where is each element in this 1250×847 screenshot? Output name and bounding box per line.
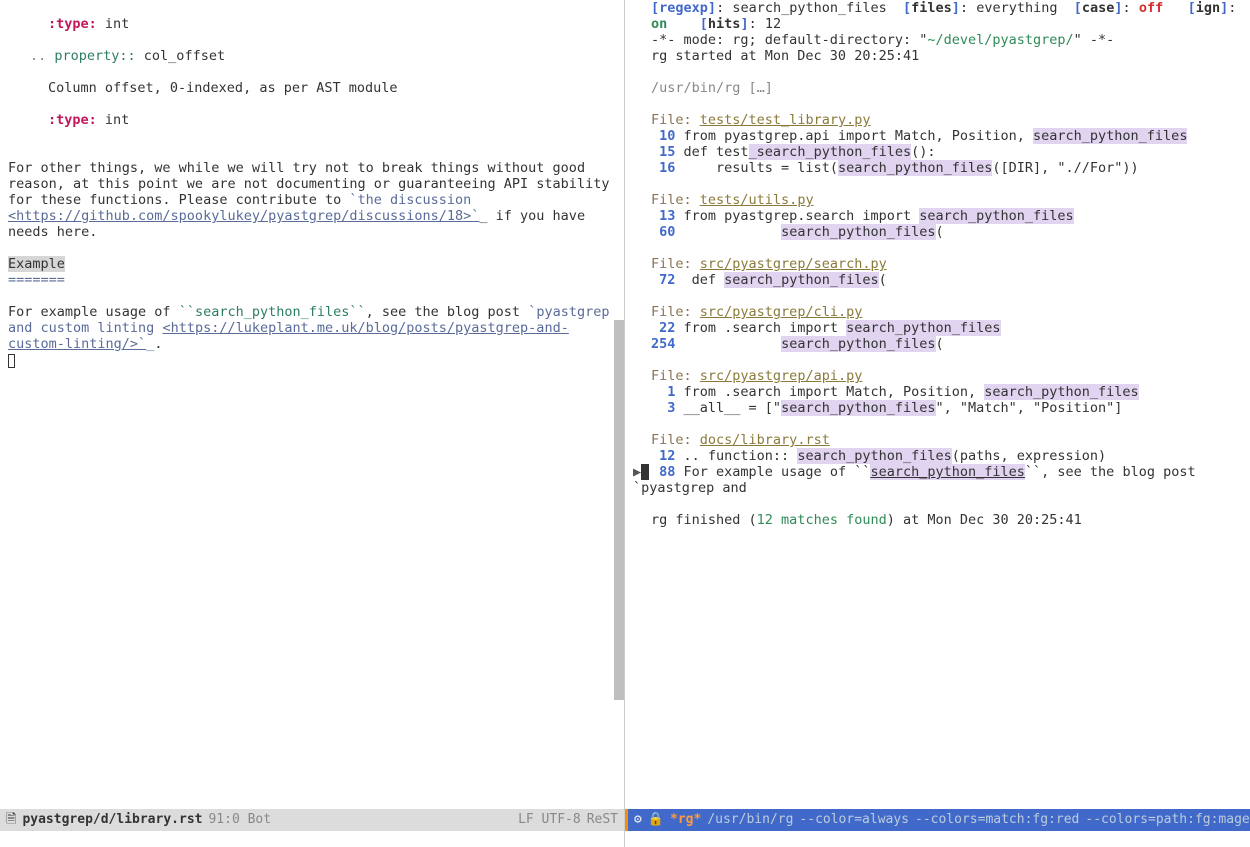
minibuffer[interactable] bbox=[0, 831, 624, 847]
rst-paragraph-2c: . bbox=[154, 336, 162, 352]
rg-hit[interactable]: 3 __all__ = ["search_python_files", "Mat… bbox=[633, 400, 1242, 416]
right-rg-pane: [regexp]: search_python_files [files]: e… bbox=[625, 0, 1250, 847]
rg-finished: rg finished (12 matches found) at Mon De… bbox=[633, 512, 1242, 528]
rg-cmd-path: /usr/bin/rg bbox=[707, 809, 793, 831]
rg-hit[interactable]: 10 from pyastgrep.api import Match, Posi… bbox=[633, 128, 1242, 144]
rg-arg-1: --color=always bbox=[799, 809, 909, 831]
rst-paragraph-2a: For example usage of bbox=[8, 304, 179, 320]
rg-file-header[interactable]: File: src/pyastgrep/cli.py bbox=[633, 304, 1242, 320]
encoding: LF UTF-8 bbox=[518, 809, 581, 831]
rg-file-header[interactable]: File: tests/utils.py bbox=[633, 192, 1242, 208]
rg-file-header[interactable]: File: src/pyastgrep/api.py bbox=[633, 368, 1242, 384]
left-editor-content[interactable]: :type: int .. property:: col_offset Colu… bbox=[0, 0, 624, 809]
cursor-position: 91:0 Bot bbox=[208, 809, 271, 831]
cursor bbox=[8, 354, 15, 368]
rg-hit[interactable]: 15 def test_search_python_files(): bbox=[633, 144, 1242, 160]
rg-hit[interactable]: 12 .. function:: search_python_files(pat… bbox=[633, 448, 1242, 464]
left-modeline[interactable]: 🗎 pyastgrep/d/library.rst 91:0 Bot LF UT… bbox=[0, 809, 624, 831]
rst-dots: .. bbox=[30, 48, 46, 64]
lock-icon: 🔒 bbox=[648, 809, 664, 831]
rg-arg-3: --colors=path:fg:magenta bbox=[1085, 809, 1250, 831]
rg-command-path: /usr/bin/rg […] bbox=[633, 80, 1242, 96]
rg-hit[interactable]: 72 def search_python_files( bbox=[633, 272, 1242, 288]
rst-type-directive: :type: bbox=[48, 16, 97, 32]
minibuffer-right[interactable] bbox=[625, 831, 1250, 847]
rst-link-discussion-a[interactable]: `the discussion bbox=[349, 192, 479, 208]
rst-paragraph-2b: , see the blog post bbox=[366, 304, 529, 320]
left-editor-pane: :type: int .. property:: col_offset Colu… bbox=[0, 0, 625, 847]
rg-arg-2: --colors=match:fg:red bbox=[915, 809, 1079, 831]
file-icon: 🗎 bbox=[6, 809, 16, 831]
rst-heading-underline: ======= bbox=[8, 272, 65, 288]
rg-buffer-name: *rg* bbox=[670, 809, 701, 831]
rg-hit[interactable]: 22 from .search import search_python_fil… bbox=[633, 320, 1242, 336]
rst-literal-search: ``search_python_files`` bbox=[179, 304, 366, 320]
rst-heading-example: Example bbox=[8, 256, 65, 272]
rg-mode-line: -*- mode: rg; default-directory: "~/deve… bbox=[633, 32, 1242, 48]
rg-hit[interactable]: 60 search_python_files( bbox=[633, 224, 1242, 240]
rg-file-header[interactable]: File: tests/test_library.py bbox=[633, 112, 1242, 128]
right-modeline[interactable]: ⚙ 🔒 *rg* /usr/bin/rg --color=always --co… bbox=[625, 809, 1250, 831]
rg-header: [regexp]: search_python_files [files]: e… bbox=[633, 0, 1242, 32]
rst-link-discussion-b[interactable]: <https://github.com/spookylukey/pyastgre… bbox=[8, 208, 479, 224]
rst-paragraph-1: For other things, we while we will try n… bbox=[8, 160, 618, 208]
rst-type-val: int bbox=[97, 16, 130, 32]
rg-results-content[interactable]: [regexp]: search_python_files [files]: e… bbox=[625, 0, 1250, 809]
rg-hit[interactable]: 1 from .search import Match, Position, s… bbox=[633, 384, 1242, 400]
rst-col-desc: Column offset, 0-indexed, as per AST mod… bbox=[48, 80, 398, 96]
buffer-name: pyastgrep/d/library.rst bbox=[22, 809, 202, 831]
rg-hit-current[interactable]: ▶ 88 For example usage of ``search_pytho… bbox=[633, 464, 1242, 496]
rg-file-header[interactable]: File: docs/library.rst bbox=[633, 432, 1242, 448]
rg-hit[interactable]: 254 search_python_files( bbox=[633, 336, 1242, 352]
gear-icon: ⚙ bbox=[634, 809, 642, 831]
rg-file-header[interactable]: File: src/pyastgrep/search.py bbox=[633, 256, 1242, 272]
rg-started: rg started at Mon Dec 30 20:25:41 bbox=[633, 48, 1242, 64]
major-mode: ReST bbox=[587, 809, 618, 831]
rg-hit[interactable]: 13 from pyastgrep.search import search_p… bbox=[633, 208, 1242, 224]
rg-hit[interactable]: 16 results = list(search_python_files([D… bbox=[633, 160, 1242, 176]
left-scrollbar[interactable] bbox=[614, 320, 624, 700]
rst-type-directive-2: :type: bbox=[48, 112, 97, 128]
rst-property-name: col_offset bbox=[136, 48, 225, 64]
rst-type-val-2: int bbox=[97, 112, 130, 128]
rst-property-directive: property:: bbox=[46, 48, 135, 64]
